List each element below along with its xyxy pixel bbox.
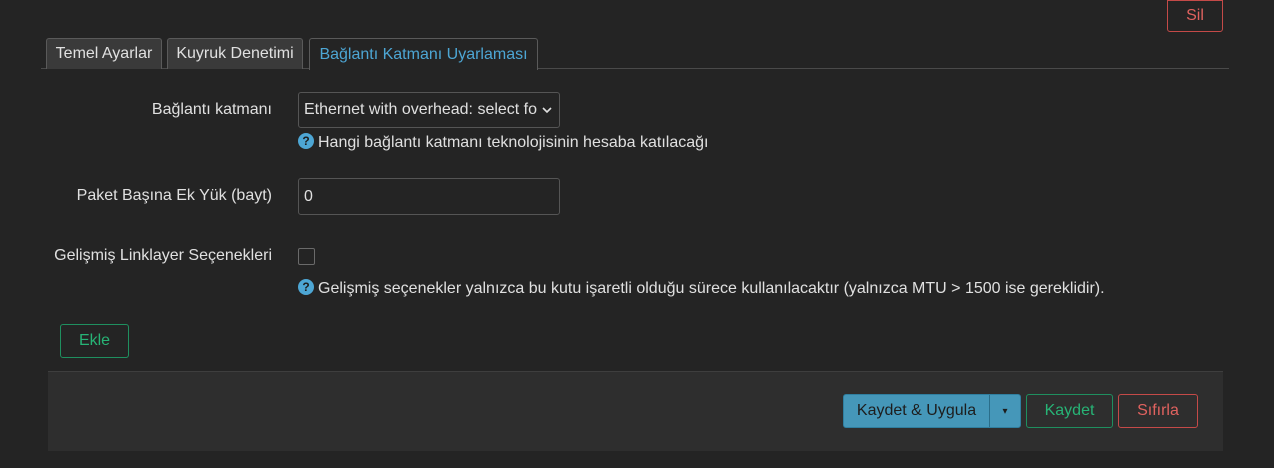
tab-bar: Temel Ayarlar Kuyruk Denetimi Bağlantı K… xyxy=(41,38,1229,70)
delete-button[interactable]: Sil xyxy=(1167,0,1223,32)
reset-button[interactable]: Sıfırla xyxy=(1118,394,1198,428)
link-layer-select[interactable]: Ethernet with overhead: select for e.g. … xyxy=(298,92,560,128)
save-apply-button[interactable]: Kaydet & Uygula xyxy=(844,395,989,427)
advanced-options-help: ? Gelişmiş seçenekler yalnızca bu kutu i… xyxy=(298,279,1105,298)
save-apply-dropdown-toggle[interactable]: ▾ xyxy=(989,395,1020,427)
advanced-options-checkbox[interactable] xyxy=(298,248,315,265)
tab-link-layer-adaptation[interactable]: Bağlantı Katmanı Uyarlaması xyxy=(309,38,538,70)
tab-basic-settings[interactable]: Temel Ayarlar xyxy=(46,38,162,69)
link-layer-label: Bağlantı katmanı xyxy=(151,101,272,118)
help-circle-icon: ? xyxy=(298,279,314,295)
advanced-options-help-text: Gelişmiş seçenekler yalnızca bu kutu işa… xyxy=(318,280,1105,297)
save-button[interactable]: Kaydet xyxy=(1026,394,1113,428)
overhead-input[interactable]: 0 xyxy=(298,178,560,215)
caret-down-icon: ▾ xyxy=(1002,405,1008,417)
add-button[interactable]: Ekle xyxy=(60,324,129,358)
save-apply-split-button: Kaydet & Uygula ▾ xyxy=(843,394,1021,428)
tab-queue-discipline[interactable]: Kuyruk Denetimi xyxy=(167,38,303,69)
advanced-options-label: Gelişmiş Linklayer Seçenekleri xyxy=(54,247,272,264)
help-circle-icon: ? xyxy=(298,133,314,149)
overhead-label: Paket Başına Ek Yük (bayt) xyxy=(76,187,272,204)
link-layer-select-value: Ethernet with overhead: select for e.g. … xyxy=(304,101,537,118)
chevron-down-icon xyxy=(542,107,552,114)
link-layer-help: ? Hangi bağlantı katmanı teknolojisinin … xyxy=(298,133,709,152)
link-layer-help-text: Hangi bağlantı katmanı teknolojisinin he… xyxy=(318,134,709,151)
page: Sil Temel Ayarlar Kuyruk Denetimi Bağlan… xyxy=(0,0,1274,468)
